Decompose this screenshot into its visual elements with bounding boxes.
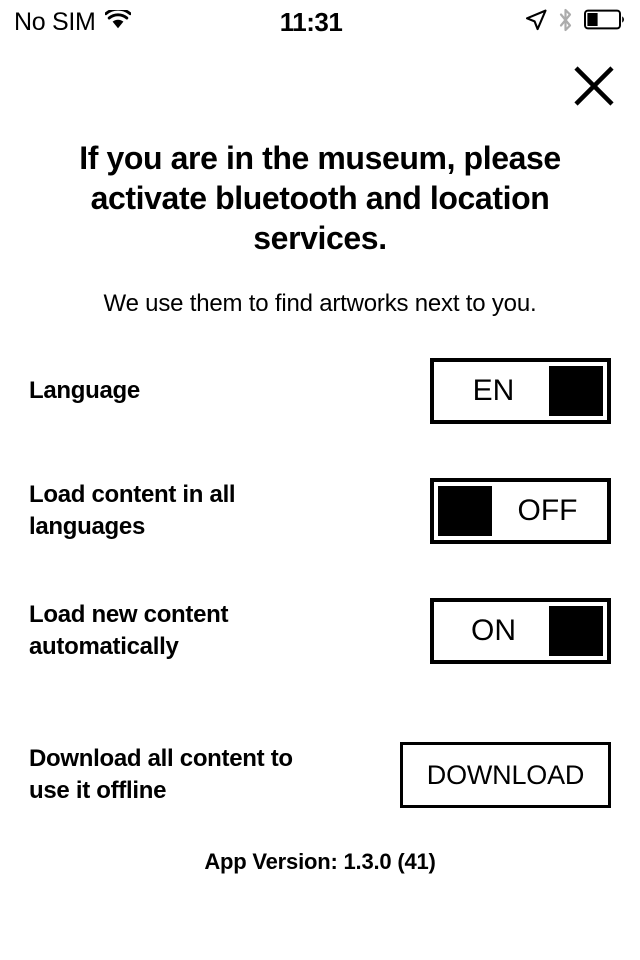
auto-load-content-toggle-value: ON — [471, 614, 516, 647]
download-button[interactable]: DOWNLOAD — [400, 742, 611, 808]
settings-list: Language EN Load content in all language… — [0, 358, 640, 808]
setting-row-load-all-languages: Load content in all languages OFF — [0, 478, 640, 544]
wifi-icon — [104, 7, 132, 34]
status-bar-clock: 11:31 — [279, 7, 343, 37]
status-bar: No SIM 11:31 — [0, 0, 640, 44]
setting-row-auto-load-content: Load new content automatically ON — [0, 598, 640, 664]
close-icon — [573, 65, 615, 112]
load-all-languages-toggle[interactable]: OFF — [430, 478, 611, 544]
setting-row-download-offline: Download all content to use it offline D… — [0, 742, 640, 808]
close-button[interactable] — [570, 64, 618, 112]
page-subtitle: We use them to find artworks next to you… — [103, 290, 537, 317]
page-title: If you are in the museum, please activat… — [79, 140, 561, 256]
language-toggle-value: EN — [472, 374, 515, 407]
language-toggle[interactable]: EN — [430, 358, 611, 424]
status-bar-center: 11:31 — [280, 9, 343, 35]
bluetooth-icon — [558, 8, 573, 37]
language-toggle-knob — [549, 366, 603, 416]
load-all-languages-toggle-value: OFF — [517, 494, 578, 527]
setting-label-load-all-languages: Load content in all languages — [29, 481, 236, 540]
carrier-label: No SIM — [14, 7, 96, 36]
auto-load-content-toggle-knob — [549, 606, 603, 656]
load-all-languages-toggle-knob — [438, 486, 492, 536]
app-version-label: App Version: 1.3.0 (41) — [204, 849, 436, 874]
status-bar-left: No SIM — [14, 7, 298, 36]
setting-label-language: Language — [29, 377, 140, 404]
location-arrow-icon — [525, 9, 547, 36]
app-screen: No SIM 11:31 If you are in the museum, p… — [0, 0, 640, 960]
setting-label-download-offline: Download all content to use it offline — [29, 745, 293, 804]
status-bar-right — [342, 8, 626, 37]
setting-label-auto-load-content: Load new content automatically — [29, 601, 229, 660]
battery-icon — [584, 9, 626, 35]
setting-row-language: Language EN — [0, 358, 640, 424]
auto-load-content-toggle[interactable]: ON — [430, 598, 611, 664]
